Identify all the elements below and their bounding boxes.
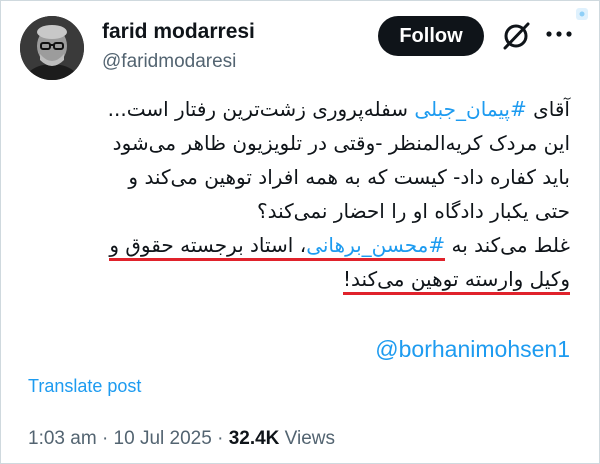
views-count: 32.4K (228, 428, 280, 449)
tweet-line-6: وکیل وارسته توهین می‌کند! (34, 262, 570, 296)
views-label: Views (284, 428, 336, 449)
author-name[interactable]: farid modarresi (102, 20, 255, 44)
avatar[interactable] (20, 16, 84, 80)
post-date[interactable]: 10 Jul 2025 (114, 428, 212, 449)
tweet-line-6-text: وکیل وارسته توهین می‌کند! (343, 267, 570, 295)
meta-separator: · (101, 428, 109, 449)
tweet-line-5-suffix: ، استاد برجسته حقوق و (109, 233, 307, 261)
author-handle[interactable]: @faridmodaresi (102, 51, 236, 73)
tweet-line-1: آقای #پیمان_جبلی سفله‌پروری زشت‌ترین رفت… (34, 92, 570, 126)
tweet-line-1-prefix: آقای (526, 97, 570, 121)
mention-link[interactable]: @borhanimohsen1 (375, 336, 570, 363)
avatar-photo (20, 16, 84, 80)
tweet-line-1-suffix: سفله‌پروری زشت‌ترین رفتار است... (107, 97, 415, 121)
hashtag-mohsen-borhani[interactable]: #محسن_برهانی (306, 233, 446, 261)
meta-separator: · (217, 428, 224, 449)
grok-icon[interactable] (500, 20, 532, 52)
tweet-line-5: غلط می‌کند به #محسن_برهانی، استاد برجسته… (34, 228, 570, 262)
tweet-text: آقای #پیمان_جبلی سفله‌پروری زشت‌ترین رفت… (34, 92, 570, 296)
translate-post-link[interactable]: Translate post (28, 376, 141, 397)
hashtag-peyman-jebeli[interactable]: #پیمان_جبلی (414, 97, 526, 121)
follow-button[interactable]: Follow (378, 16, 484, 56)
sparkle-icon (576, 8, 588, 20)
tweet-line-5-prefix: غلط می‌کند به (445, 233, 570, 257)
post-meta: 1:03 am · 10 Jul 2025 · 32.4K Views (28, 428, 335, 450)
tweet-line-4: حتی یکبار دادگاه او را احضار نمی‌کند؟ (257, 199, 570, 223)
more-icon[interactable] (545, 28, 573, 40)
tweet-line-3: باید کفاره داد- کیست که به همه افراد توه… (128, 165, 570, 189)
tweet-line-2: این مردک کریه‌المنظر -وقتی در تلویزیون ظ… (112, 131, 570, 155)
post-time[interactable]: 1:03 am (28, 428, 97, 449)
